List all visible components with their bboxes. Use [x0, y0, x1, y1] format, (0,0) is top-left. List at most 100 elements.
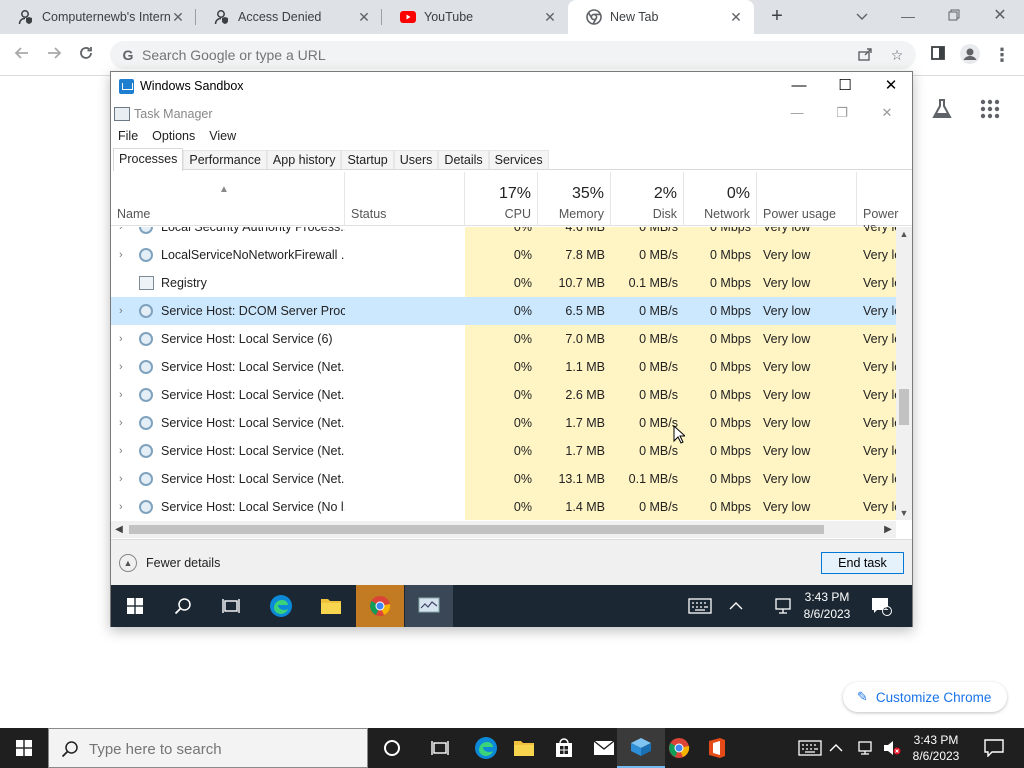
- tab-close-icon[interactable]: ✕: [728, 9, 744, 25]
- expand-chevron-icon[interactable]: ›: [119, 493, 129, 520]
- table-row[interactable]: › Local Security Authority Process... 0% 4.…: [111, 227, 896, 241]
- search-icon[interactable]: [159, 585, 207, 627]
- expand-chevron-icon[interactable]: ›: [119, 409, 129, 437]
- table-row[interactable]: › Service Host: DCOM Server Proc... 0% 6.5 …: [111, 297, 896, 325]
- tm-restore-button[interactable]: ❐: [822, 104, 862, 122]
- table-row[interactable]: › Service Host: Local Service (Net... 0% 2.…: [111, 381, 896, 409]
- volume-muted-icon[interactable]: [878, 728, 906, 768]
- taskbar-search-input[interactable]: [89, 738, 349, 760]
- tab-services[interactable]: Services: [488, 150, 549, 169]
- bookmark-star-icon[interactable]: ☆: [888, 46, 906, 64]
- menu-file[interactable]: File: [111, 126, 145, 146]
- expand-chevron-icon[interactable]: ›: [119, 325, 129, 353]
- expand-chevron-icon[interactable]: ›: [119, 381, 129, 409]
- tab-computernewb[interactable]: Computernewb's Intern ✕: [0, 0, 196, 34]
- expand-chevron-icon[interactable]: ›: [119, 241, 129, 269]
- network-icon[interactable]: [852, 728, 880, 768]
- tab-youtube[interactable]: YouTube ✕: [382, 0, 568, 34]
- tab-processes[interactable]: Processes: [113, 148, 184, 171]
- share-icon[interactable]: [856, 46, 874, 64]
- side-panel-icon[interactable]: [926, 43, 950, 67]
- taskbar-clock[interactable]: 3:43 PM 8/6/2023: [906, 732, 966, 764]
- sandbox-close-button[interactable]: ✕: [868, 72, 914, 100]
- scroll-right-arrow-icon[interactable]: ▶: [880, 521, 896, 538]
- customize-chrome-button[interactable]: ✎ Customize Chrome: [843, 682, 1007, 712]
- edge-icon[interactable]: [257, 585, 305, 627]
- tab-startup[interactable]: Startup: [341, 150, 394, 169]
- close-button[interactable]: ✕: [986, 4, 1014, 28]
- action-center-icon[interactable]: [970, 728, 1018, 768]
- chevron-up-icon[interactable]: [822, 728, 850, 768]
- expand-chevron-icon[interactable]: ›: [119, 227, 129, 241]
- forward-arrow-icon[interactable]: [42, 43, 66, 67]
- tab-close-icon[interactable]: ✕: [356, 9, 372, 25]
- windows-start-icon[interactable]: [111, 585, 159, 627]
- task-view-icon[interactable]: [416, 728, 464, 768]
- table-row[interactable]: Registry 0% 10.7 MB 0.1 MB/s 0 Mbps Very low V…: [111, 269, 896, 297]
- table-row[interactable]: › Service Host: Local Service (Net... 0% 1.…: [111, 353, 896, 381]
- sandbox-maximize-button[interactable]: ☐: [822, 72, 868, 100]
- tab-close-icon[interactable]: ✕: [170, 9, 186, 25]
- tab-app-history[interactable]: App history: [266, 150, 342, 169]
- col-disk-header[interactable]: 2% Disk: [611, 172, 684, 226]
- scroll-down-arrow-icon[interactable]: ▼: [896, 506, 912, 520]
- tm-minimize-button[interactable]: —: [777, 104, 817, 122]
- col-status-header[interactable]: Status: [345, 172, 465, 226]
- taskbar-search-box[interactable]: [48, 728, 368, 768]
- tab-search-chevron-icon[interactable]: [848, 4, 876, 28]
- table-row[interactable]: › Service Host: Local Service (Net... 0% 1.…: [111, 437, 896, 465]
- sandbox-titlebar[interactable]: Windows Sandbox — ☐ ✕: [111, 72, 912, 102]
- scroll-up-arrow-icon[interactable]: ▲: [896, 227, 912, 241]
- col-power-trend-header[interactable]: Power us: [857, 172, 912, 235]
- end-task-button[interactable]: End task: [821, 552, 904, 574]
- task-view-icon[interactable]: [207, 585, 255, 627]
- expand-chevron-icon[interactable]: ›: [119, 353, 129, 381]
- cortana-icon[interactable]: [368, 728, 416, 768]
- col-network-header[interactable]: 0% Network: [684, 172, 757, 226]
- scroll-thumb[interactable]: [899, 389, 909, 425]
- sandbox-clock[interactable]: 3:43 PM 8/6/2023: [797, 589, 857, 623]
- sandbox-minimize-button[interactable]: —: [776, 72, 822, 100]
- col-power-header[interactable]: Power usage: [757, 172, 857, 226]
- fewer-details-button[interactable]: ▲ Fewer details: [119, 554, 220, 572]
- tab-close-icon[interactable]: ✕: [542, 9, 558, 25]
- tab-users[interactable]: Users: [393, 150, 439, 169]
- chrome-taskbar-icon[interactable]: [356, 585, 404, 627]
- notification-icon[interactable]: 1: [857, 585, 905, 627]
- vertical-scrollbar[interactable]: ▲ ▼: [896, 227, 912, 520]
- office-icon[interactable]: [693, 728, 741, 768]
- table-row[interactable]: › Service Host: Local Service (Net... 0% 13…: [111, 465, 896, 493]
- table-row[interactable]: › LocalServiceNoNetworkFirewall ... 0% 7.8 …: [111, 241, 896, 269]
- hscroll-thumb[interactable]: [129, 525, 824, 534]
- col-cpu-header[interactable]: 17% CPU: [465, 172, 538, 226]
- more-menu-icon[interactable]: ⋮: [990, 43, 1014, 67]
- menu-options[interactable]: Options: [145, 126, 202, 146]
- col-name-header[interactable]: ▲ Name: [111, 172, 345, 226]
- table-row[interactable]: › Service Host: Local Service (6) 0% 7.0 MB…: [111, 325, 896, 353]
- tab-details[interactable]: Details: [438, 150, 489, 169]
- google-apps-icon[interactable]: [980, 99, 1000, 119]
- reload-icon[interactable]: [74, 43, 98, 67]
- menu-view[interactable]: View: [202, 126, 243, 146]
- horizontal-scrollbar[interactable]: ◀ ▶: [111, 521, 896, 538]
- chevron-up-icon[interactable]: [712, 585, 760, 627]
- scroll-left-arrow-icon[interactable]: ◀: [111, 521, 127, 538]
- expand-chevron-icon[interactable]: ›: [119, 437, 129, 465]
- back-arrow-icon[interactable]: [10, 43, 34, 67]
- expand-chevron-icon[interactable]: ›: [119, 465, 129, 493]
- profile-avatar-icon[interactable]: [958, 43, 982, 67]
- address-input[interactable]: [142, 45, 822, 65]
- task-manager-taskbar-icon[interactable]: [405, 585, 453, 627]
- new-tab-button[interactable]: +: [766, 6, 788, 28]
- table-row[interactable]: › Service Host: Local Service (Net... 0% 1.…: [111, 409, 896, 437]
- restore-button[interactable]: [940, 4, 968, 28]
- minimize-button[interactable]: —: [894, 4, 922, 28]
- expand-chevron-icon[interactable]: ›: [119, 297, 129, 325]
- tab-new-tab[interactable]: New Tab ✕: [568, 0, 754, 34]
- file-explorer-icon[interactable]: [307, 585, 355, 627]
- tab-access-denied[interactable]: Access Denied ✕: [196, 0, 382, 34]
- start-button[interactable]: [0, 728, 48, 768]
- omnibox[interactable]: G ☆: [110, 41, 916, 69]
- table-row[interactable]: › Service Host: Local Service (No l... 0% 1…: [111, 493, 896, 520]
- labs-flask-icon[interactable]: [930, 97, 954, 121]
